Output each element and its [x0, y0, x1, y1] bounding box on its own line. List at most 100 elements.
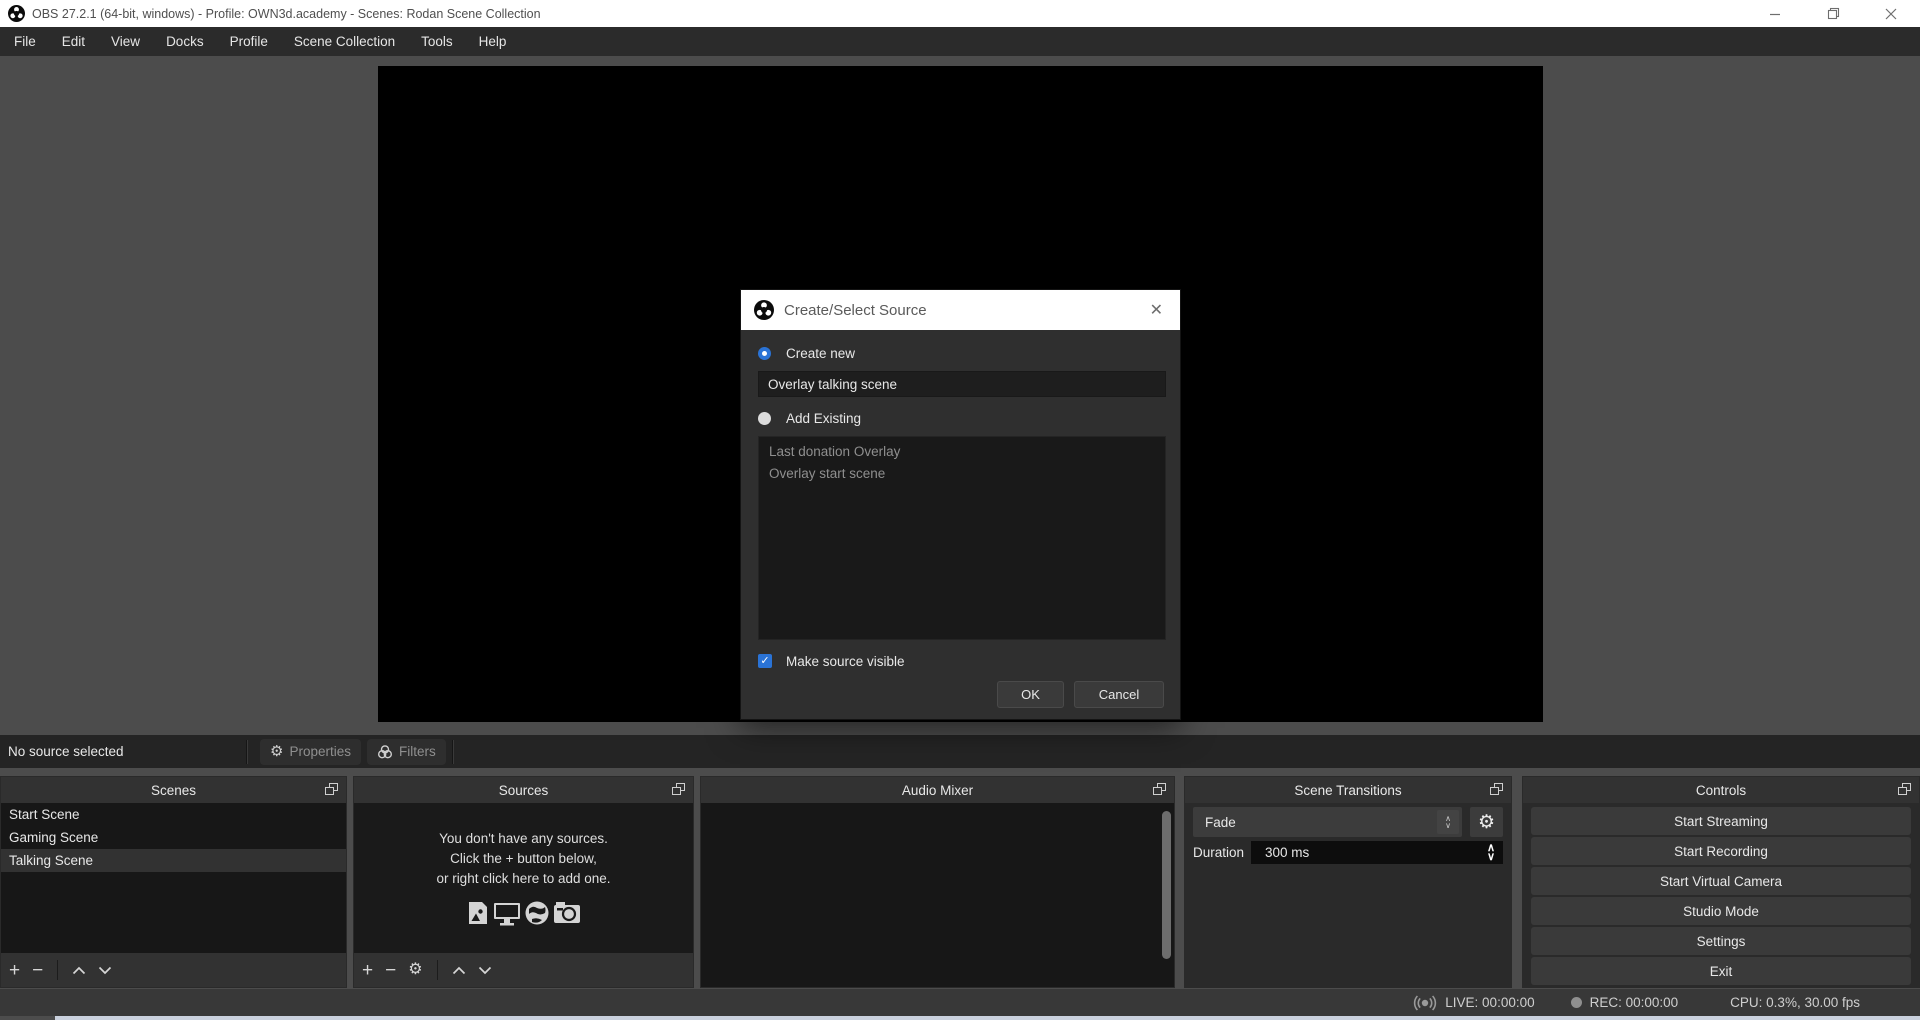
menu-item[interactable]: Profile — [217, 27, 281, 56]
sources-panel-title: Sources — [499, 783, 549, 798]
sources-panel-header[interactable]: Sources — [354, 777, 693, 803]
menu-item[interactable]: Edit — [49, 27, 98, 56]
toolbar-separator — [452, 740, 454, 764]
gear-icon: ⚙ — [1478, 811, 1495, 834]
menu-item[interactable]: Docks — [153, 27, 217, 56]
properties-button[interactable]: ⚙ Properties — [260, 739, 361, 765]
ok-button[interactable]: OK — [997, 681, 1064, 708]
controls-button[interactable]: Exit — [1531, 957, 1911, 985]
footer-separator — [437, 960, 438, 980]
live-time: LIVE: 00:00:00 — [1445, 995, 1534, 1010]
close-button[interactable] — [1862, 0, 1920, 27]
filters-button[interactable]: Filters — [367, 739, 446, 765]
scene-transitions-body: Fade ∧∨ ⚙ Duration 300 ms ∧∨ — [1185, 803, 1511, 987]
duration-value: 300 ms — [1265, 845, 1309, 860]
add-existing-radio[interactable] — [758, 412, 771, 425]
make-visible-row[interactable]: ✓ Make source visible — [758, 652, 1164, 670]
move-scene-down-button[interactable] — [98, 966, 112, 975]
display-source-icon — [492, 899, 522, 927]
add-source-button[interactable]: + — [362, 961, 373, 980]
controls-title: Controls — [1696, 783, 1746, 798]
gear-icon: ⚙ — [270, 744, 283, 759]
minimize-button[interactable] — [1746, 0, 1804, 27]
dock-icon[interactable] — [1898, 783, 1911, 795]
cancel-button[interactable]: Cancel — [1074, 681, 1164, 708]
mixer-scrollbar[interactable] — [1162, 811, 1171, 959]
duration-spinbox[interactable]: 300 ms ∧∨ — [1251, 841, 1503, 864]
audio-mixer-title: Audio Mixer — [902, 783, 973, 798]
audio-mixer-body — [701, 803, 1174, 987]
scenes-list[interactable]: Start SceneGaming SceneTalking Scene — [1, 803, 346, 953]
controls-button[interactable]: Start Streaming — [1531, 807, 1911, 835]
empty-state-line: You don't have any sources. — [436, 829, 610, 849]
status-bar: LIVE: 00:00:00 REC: 00:00:00 CPU: 0.3%, … — [0, 989, 1920, 1016]
dialog-titlebar[interactable]: Create/Select Source ✕ — [741, 290, 1180, 330]
transition-properties-button[interactable]: ⚙ — [1470, 807, 1503, 837]
controls-button[interactable]: Start Recording — [1531, 837, 1911, 865]
dock-panels: Scenes Start SceneGaming SceneTalking Sc… — [0, 768, 1920, 989]
restore-button[interactable] — [1804, 0, 1862, 27]
scenes-panel-header[interactable]: Scenes — [1, 777, 346, 803]
toolbar-separator — [246, 740, 248, 764]
menu-item[interactable]: File — [1, 27, 49, 56]
make-visible-checkbox[interactable]: ✓ — [758, 654, 772, 668]
add-scene-button[interactable]: + — [9, 961, 20, 980]
move-scene-up-button[interactable] — [72, 966, 86, 975]
dock-icon[interactable] — [1153, 783, 1166, 795]
chevron-down-icon — [478, 966, 492, 975]
combo-spinner-icon[interactable]: ∧∨ — [1437, 810, 1459, 834]
empty-state-line: or right click here to add one. — [436, 869, 610, 889]
create-new-label: Create new — [786, 346, 855, 361]
controls-button[interactable]: Studio Mode — [1531, 897, 1911, 925]
window-title: OBS 27.2.1 (64-bit, windows) - Profile: … — [32, 7, 541, 21]
audio-mixer-header[interactable]: Audio Mixer — [701, 777, 1174, 803]
move-source-down-button[interactable] — [478, 966, 492, 975]
scene-transitions-header[interactable]: Scene Transitions — [1185, 777, 1511, 803]
move-source-up-button[interactable] — [452, 966, 466, 975]
dialog-close-icon[interactable]: ✕ — [1146, 298, 1167, 322]
duration-spinner-icons[interactable]: ∧∨ — [1481, 841, 1501, 864]
add-existing-radio-row[interactable]: Add Existing — [758, 408, 1164, 428]
filters-icon — [377, 744, 393, 760]
controls-button[interactable]: Start Virtual Camera — [1531, 867, 1911, 895]
scene-list-item[interactable]: Gaming Scene — [1, 826, 346, 849]
menu-item[interactable]: Scene Collection — [281, 27, 408, 56]
existing-source-item[interactable]: Overlay start scene — [759, 463, 1165, 485]
scene-list-item[interactable]: Talking Scene — [1, 849, 346, 872]
controls-body: Start StreamingStart RecordingStart Virt… — [1523, 803, 1919, 987]
sources-empty-state[interactable]: You don't have any sources.Click the + b… — [354, 803, 693, 953]
duration-label: Duration — [1193, 845, 1251, 860]
sources-panel: Sources You don't have any sources.Click… — [353, 776, 694, 988]
create-new-radio-row[interactable]: Create new — [758, 343, 1164, 363]
menu-item[interactable]: Tools — [408, 27, 466, 56]
source-name-input[interactable] — [758, 371, 1166, 397]
existing-sources-list[interactable]: Last donation OverlayOverlay start scene — [758, 436, 1166, 640]
live-broadcast-icon — [1413, 995, 1437, 1011]
transition-select[interactable]: Fade ∧∨ — [1193, 807, 1462, 837]
controls-header[interactable]: Controls — [1523, 777, 1919, 803]
scenes-panel: Scenes Start SceneGaming SceneTalking Sc… — [0, 776, 347, 988]
controls-button[interactable]: Settings — [1531, 927, 1911, 955]
window-titlebar: OBS 27.2.1 (64-bit, windows) - Profile: … — [0, 0, 1920, 27]
scene-transitions-panel: Scene Transitions Fade ∧∨ ⚙ Duration 300… — [1184, 776, 1512, 988]
controls-panel: Controls Start StreamingStart RecordingS… — [1522, 776, 1920, 988]
source-toolbar: No source selected ⚙ Properties Filters — [0, 735, 1920, 768]
obs-logo-icon — [8, 5, 25, 22]
dock-icon[interactable] — [1490, 783, 1503, 795]
scenes-footer-toolbar: + − — [1, 953, 346, 987]
transition-value: Fade — [1205, 815, 1236, 830]
remove-scene-button[interactable]: − — [32, 961, 43, 980]
dock-icon[interactable] — [672, 783, 685, 795]
scene-list-item[interactable]: Start Scene — [1, 803, 346, 826]
remove-source-button[interactable]: − — [385, 961, 396, 980]
existing-source-item[interactable]: Last donation Overlay — [759, 441, 1165, 463]
menu-item[interactable]: View — [98, 27, 153, 56]
minimize-icon — [1769, 8, 1781, 20]
obs-logo-icon — [754, 300, 774, 320]
dock-icon[interactable] — [325, 783, 338, 795]
menu-bar: FileEditViewDocksProfileScene Collection… — [0, 27, 1920, 56]
create-new-radio[interactable] — [758, 347, 771, 360]
source-status-text: No source selected — [8, 744, 240, 759]
menu-item[interactable]: Help — [466, 27, 520, 56]
source-properties-gear-icon[interactable]: ⚙ — [408, 962, 422, 978]
